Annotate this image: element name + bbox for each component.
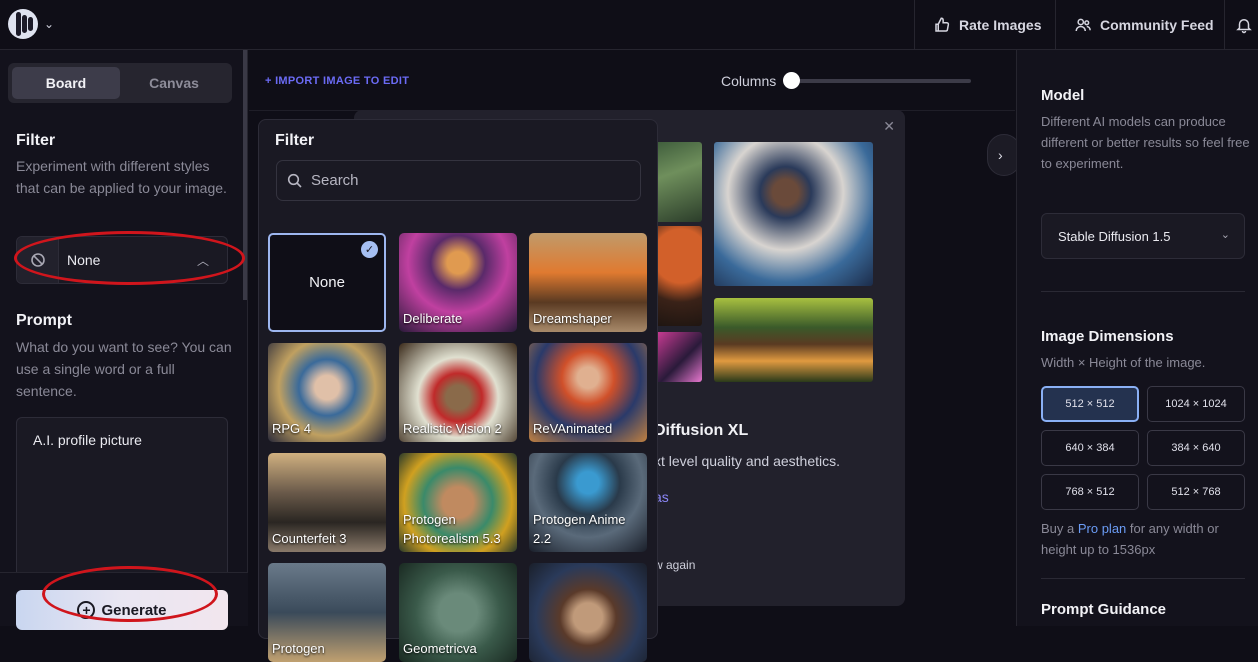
- modal-description: xt level quality and aesthetics.: [654, 453, 840, 469]
- filter-option-label: Deliberate: [403, 311, 463, 326]
- filter-option-deliberate[interactable]: Deliberate: [399, 233, 517, 332]
- filter-option-realistic-vision-2[interactable]: Realistic Vision 2: [399, 343, 517, 442]
- annotation-oval: [42, 566, 218, 622]
- sidebar-scrollbar[interactable]: [243, 50, 247, 300]
- filter-option-geometricva[interactable]: Geometricva: [399, 563, 517, 662]
- rate-images-label: Rate Images: [959, 16, 1042, 33]
- filter-option-protogen[interactable]: Protogen: [268, 563, 386, 662]
- dimension-1024x1024[interactable]: 1024 × 1024: [1147, 386, 1245, 422]
- dimension-512x512[interactable]: 512 × 512: [1041, 386, 1139, 422]
- filter-heading: Filter: [16, 132, 56, 149]
- filter-option-none[interactable]: None ✓: [268, 233, 386, 332]
- sample-image: [714, 298, 873, 382]
- filter-option-label: Geometricva: [403, 641, 477, 656]
- tab-board[interactable]: Board: [12, 67, 120, 99]
- filter-option-label: Protogen Anime 2.2: [533, 512, 626, 546]
- dimensions-heading: Image Dimensions: [1041, 328, 1174, 345]
- divider: [1041, 291, 1245, 292]
- thumbs-up-icon: [935, 16, 950, 32]
- filter-option-rpg-4[interactable]: RPG 4: [268, 343, 386, 442]
- filter-popup: Filter None ✓ Deliberate Dreamshaper RPG…: [258, 119, 658, 662]
- community-feed-label: Community Feed: [1100, 16, 1214, 33]
- notifications-button[interactable]: [1224, 0, 1258, 49]
- filter-popup-title: Filter: [275, 132, 315, 149]
- dimension-640x384[interactable]: 640 × 384: [1041, 430, 1139, 466]
- filter-option-label: ReVAnimated: [533, 421, 613, 436]
- dimensions-description: Width × Height of the image.: [1041, 355, 1206, 370]
- filter-option-label: Dreamshaper: [533, 311, 612, 326]
- filter-option-label: Counterfeit 3: [272, 531, 347, 546]
- dimension-384x640[interactable]: 384 × 640: [1147, 430, 1245, 466]
- filter-option-revanimated[interactable]: ReVAnimated: [529, 343, 647, 442]
- community-feed-button[interactable]: Community Feed: [1055, 0, 1232, 49]
- filter-option-label: RPG 4: [272, 421, 312, 436]
- dimension-512x768[interactable]: 512 × 768: [1147, 474, 1245, 510]
- pro-plan-link[interactable]: Pro plan: [1078, 521, 1126, 536]
- filter-description: Experiment with different styles that ca…: [16, 158, 227, 196]
- prompt-heading: Prompt: [16, 312, 72, 329]
- left-sidebar: Board Canvas Filter Experiment with diff…: [0, 50, 248, 630]
- filter-option-label: None: [309, 274, 345, 291]
- filter-option-protogen-photorealism[interactable]: Protogen Photorealism 5.3: [399, 453, 517, 552]
- search-icon: [287, 173, 302, 188]
- filter-option-portrait[interactable]: [529, 563, 647, 662]
- dimension-768x512[interactable]: 768 × 512: [1041, 474, 1139, 510]
- model-select-value: Stable Diffusion 1.5: [1058, 228, 1171, 244]
- columns-label: Columns: [721, 73, 777, 89]
- filter-search[interactable]: [276, 160, 641, 201]
- filter-option-counterfeit-3[interactable]: Counterfeit 3: [268, 453, 386, 552]
- app-logo-icon[interactable]: [8, 9, 38, 39]
- filter-search-input[interactable]: [311, 172, 611, 189]
- filter-option-label: Protogen Photorealism 5.3: [403, 512, 501, 546]
- tab-canvas[interactable]: Canvas: [120, 67, 228, 99]
- view-toggle: Board Canvas: [8, 63, 232, 103]
- pro-plan-prefix: Buy a: [1041, 521, 1078, 536]
- chevron-down-icon: ⌄: [1220, 229, 1230, 241]
- check-icon: ✓: [361, 241, 378, 258]
- close-icon[interactable]: ✕: [883, 118, 895, 135]
- sample-image: [714, 142, 873, 286]
- chevron-down-icon[interactable]: ⌄: [44, 17, 54, 31]
- model-heading: Model: [1041, 87, 1085, 104]
- columns-slider-thumb[interactable]: [783, 72, 800, 89]
- filter-option-protogen-anime[interactable]: Protogen Anime 2.2: [529, 453, 647, 552]
- import-image-link[interactable]: + IMPORT IMAGE TO EDIT: [265, 75, 409, 87]
- filter-option-label: Protogen: [272, 641, 325, 656]
- pro-plan-note: Buy a Pro plan for any width or height u…: [1041, 518, 1251, 560]
- filter-option-dreamshaper[interactable]: Dreamshaper: [529, 233, 647, 332]
- rate-images-button[interactable]: Rate Images: [914, 0, 1059, 49]
- model-description: Different AI models can produce differen…: [1041, 114, 1250, 171]
- divider: [1041, 578, 1245, 579]
- prompt-textarea[interactable]: A.I. profile picture: [16, 417, 228, 587]
- model-select[interactable]: Stable Diffusion 1.5 ⌄: [1041, 213, 1245, 259]
- modal-title: Diffusion XL: [654, 422, 749, 439]
- annotation-oval: [14, 231, 245, 285]
- bell-icon: [1236, 18, 1252, 33]
- top-bar: ⌄ Rate Images Community Feed: [0, 0, 1258, 50]
- filter-option-label: Realistic Vision 2: [403, 421, 502, 436]
- prompt-guidance-heading: Prompt Guidance: [1041, 601, 1167, 618]
- modal-note: w again: [654, 558, 696, 572]
- right-panel: Model Different AI models can produce di…: [1016, 50, 1258, 626]
- users-icon: [1075, 18, 1091, 31]
- prompt-description: What do you want to see? You can use a s…: [16, 339, 232, 399]
- columns-slider[interactable]: [787, 79, 971, 83]
